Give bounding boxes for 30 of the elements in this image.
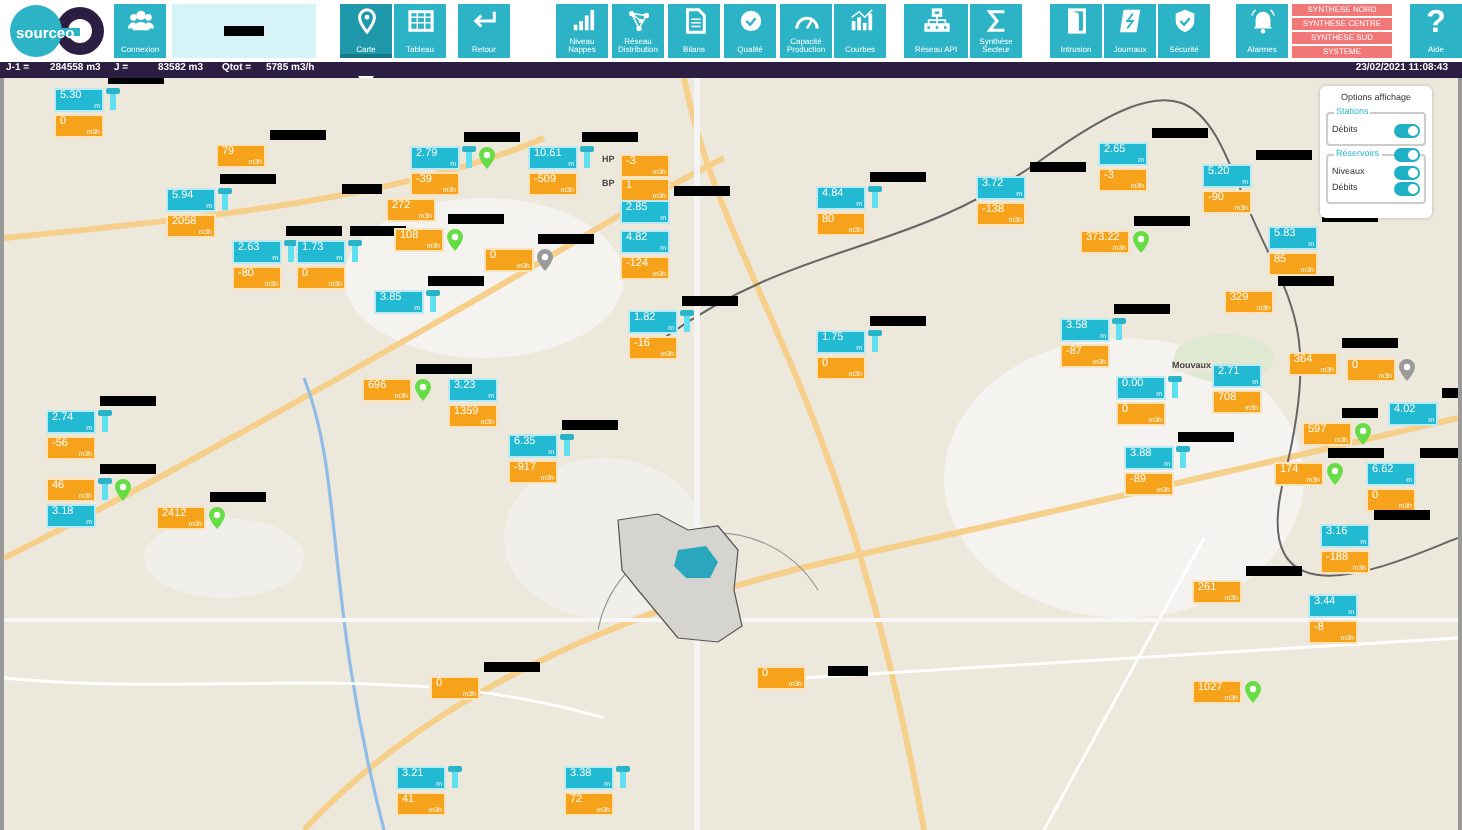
toggle-switch[interactable] bbox=[1394, 147, 1420, 162]
badge-check-icon bbox=[737, 8, 763, 34]
sigma-icon bbox=[983, 8, 1009, 34]
map-pin-icon[interactable] bbox=[478, 146, 496, 170]
bar-chart-icon bbox=[847, 8, 873, 34]
network-icon bbox=[625, 8, 651, 34]
map-pin-icon[interactable] bbox=[1398, 358, 1416, 382]
map-pin-icon bbox=[353, 8, 379, 34]
map-pin-icon[interactable] bbox=[1244, 680, 1262, 704]
users-icon bbox=[127, 8, 153, 34]
map-pin-icon[interactable] bbox=[1354, 422, 1372, 446]
signal-bars-icon bbox=[569, 8, 595, 34]
door-icon bbox=[1063, 8, 1089, 34]
map-pin-icon[interactable] bbox=[414, 378, 432, 402]
map-pin-icon[interactable] bbox=[536, 248, 554, 272]
bell-icon bbox=[1249, 8, 1275, 34]
logo-graphic bbox=[4, 4, 108, 58]
map-pin-icon[interactable] bbox=[208, 506, 226, 530]
scroll-icon bbox=[1117, 8, 1143, 34]
hierarchy-icon bbox=[923, 8, 949, 34]
table-icon bbox=[407, 8, 433, 34]
document-icon bbox=[681, 8, 707, 34]
map-pin-icon[interactable] bbox=[1132, 230, 1150, 254]
map-pin-icon[interactable] bbox=[114, 478, 132, 502]
map-pin-icon[interactable] bbox=[446, 228, 464, 252]
toggle-switch[interactable] bbox=[1394, 165, 1420, 180]
toggle-switch[interactable] bbox=[1394, 123, 1420, 138]
toggle-switch[interactable] bbox=[1394, 181, 1420, 196]
map-pin-icon[interactable] bbox=[1326, 462, 1344, 486]
shield-check-icon bbox=[1171, 8, 1197, 34]
